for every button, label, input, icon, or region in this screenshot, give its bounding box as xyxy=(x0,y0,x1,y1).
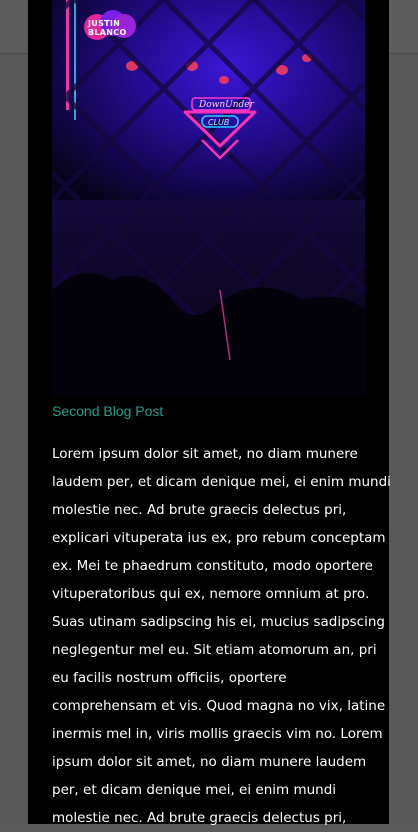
post-body-line: eu facilis nostrum officiis, oportere xyxy=(52,670,287,686)
post-body-line: molestie nec. Ad brute graecis delectus … xyxy=(52,502,347,518)
sign-line-1: DownUnder xyxy=(198,100,255,110)
post-body-line: ipsum dolor sit amet, no diam munere lau… xyxy=(52,754,367,770)
post-body-line: ex. Mei te phaedrum constituto, modo opo… xyxy=(52,558,373,574)
site-logo[interactable]: JUSTIN BLANCO xyxy=(84,10,140,44)
logo-text: JUSTIN BLANCO xyxy=(88,19,144,37)
post-body-line: vituperatoribus qui ex, nemore omnium at… xyxy=(52,586,370,602)
hero-image: DownUnder CLUB xyxy=(52,0,365,396)
post-body-line: laudem per, et dicam denique mei, ei eni… xyxy=(52,474,391,490)
logo-line-2: BLANCO xyxy=(88,28,127,37)
post-body-line: inermis mel in, viris mollis graecis vim… xyxy=(52,726,383,742)
post-body-line: per, et dicam denique mei, ei enim mundi xyxy=(52,782,337,798)
post-body-line: Suas utinam sadipscing his ei, mucius sa… xyxy=(52,614,385,630)
post-body-line: Lorem ipsum dolor sit amet, no diam mune… xyxy=(52,446,358,462)
sign-line-2: CLUB xyxy=(208,118,229,127)
post-title-link[interactable]: Second Blog Post xyxy=(52,403,163,419)
post-body: Lorem ipsum dolor sit amet, no diam mune… xyxy=(52,440,391,832)
post-body-line: comprehensam et vis. Quod magna no vix, … xyxy=(52,698,386,714)
logo-line-1: JUSTIN xyxy=(88,19,121,28)
post-body-line: neglegentur mel eu. Sit etiam atomorum a… xyxy=(52,642,377,658)
post-body-line: molestie nec. Ad brute graecis delectus … xyxy=(52,810,347,826)
neon-club-photo: DownUnder CLUB xyxy=(52,0,365,396)
post-body-line: explicari vituperata ius ex, pro rebum c… xyxy=(52,530,386,546)
